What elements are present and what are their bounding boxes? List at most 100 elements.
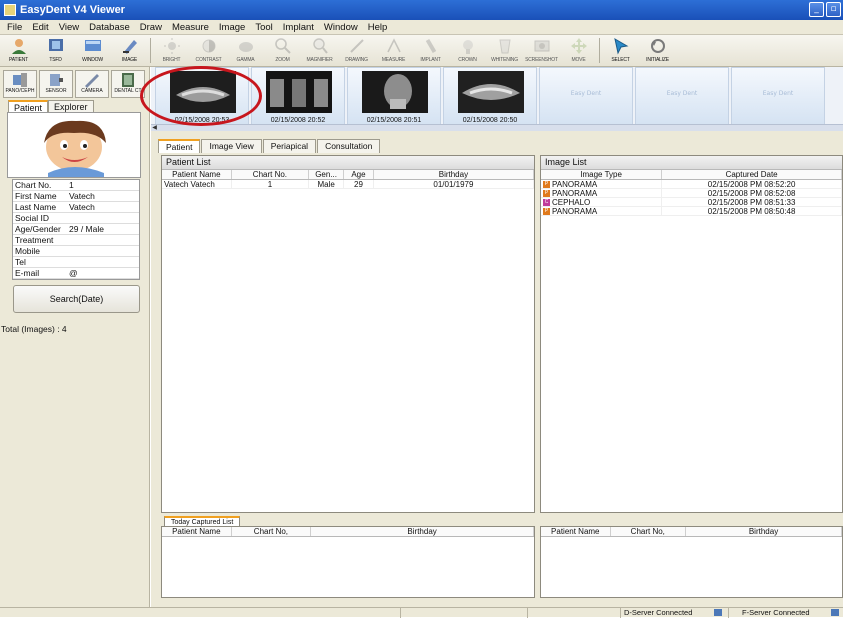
screenshot-button[interactable]: SCREENSHOT — [523, 35, 560, 67]
menu-help[interactable]: Help — [363, 22, 393, 33]
table-row[interactable]: Vatech Vatech 1 Male 29 01/01/1979 — [162, 180, 534, 189]
whitening-icon — [498, 39, 511, 54]
patient-list-panel: Patient List Patient Name Chart No. Gen.… — [161, 155, 535, 513]
title-bar: EasyDent V4 Viewer _ ▫ — [0, 0, 843, 20]
right-bottom-header: Patient Name Chart No, Birthday — [541, 527, 842, 537]
empty-thumbnail[interactable]: Easy Dent — [539, 67, 633, 127]
contrast-button[interactable]: CONTRAST — [190, 35, 227, 67]
info-row: Age/Gender 29 / Male — [13, 224, 139, 235]
menu-tool[interactable]: Tool — [250, 22, 277, 33]
zoom-icon — [274, 38, 291, 54]
initialize-button[interactable]: INITIALIZE — [639, 35, 676, 67]
panorama-xray — [170, 71, 236, 113]
camera-button[interactable]: CAMERA — [75, 70, 109, 98]
patient-list-header: Patient Name Chart No. Gen... Age Birthd… — [162, 170, 534, 180]
image-button[interactable]: IMAGE — [111, 35, 148, 67]
camera-icon — [85, 74, 99, 88]
patient-button[interactable]: PATIENT — [0, 35, 37, 67]
info-row: Social ID — [13, 213, 139, 224]
window-buttons: _ ▫ — [809, 2, 841, 17]
zoom-button[interactable]: ZOOM — [264, 35, 301, 67]
panorama-xray — [458, 71, 524, 113]
window-title: EasyDent V4 Viewer — [20, 4, 125, 16]
magnifier-icon — [312, 38, 328, 54]
cephalo-xray — [362, 71, 428, 113]
menu-view[interactable]: View — [54, 22, 84, 33]
menu-window[interactable]: Window — [319, 22, 363, 33]
main-toolbar: PATIENT TSFD WINDOW IMAGE BRIGHT CONTRAS… — [0, 35, 843, 67]
thumbnail[interactable]: 02/15/2008 20:52 — [251, 67, 345, 127]
main-tabs: Patient Image View Periapical Consultati… — [158, 139, 381, 153]
crown-icon — [462, 40, 473, 54]
today-captured-panel: Patient Name Chart No, Birthday — [161, 526, 535, 598]
select-button[interactable]: SELECT — [602, 35, 639, 67]
tab-patient[interactable]: Patient — [158, 139, 201, 153]
tab-consultation[interactable]: Consultation — [317, 139, 381, 153]
menu-edit[interactable]: Edit — [27, 22, 53, 33]
toolbar-separator — [150, 38, 151, 63]
gamma-button[interactable]: GAMMA — [227, 35, 264, 67]
menu-draw[interactable]: Draw — [135, 22, 167, 33]
menu-file[interactable]: File — [2, 22, 27, 33]
whitening-button[interactable]: WHITENING — [486, 35, 523, 67]
patient-info-table: Chart No. 1 First Name Vatech Last Name Vat… — [12, 179, 140, 280]
menu-measure[interactable]: Measure — [167, 22, 214, 33]
measure-button[interactable]: MEASURE — [375, 35, 412, 67]
menu-image[interactable]: Image — [214, 22, 250, 33]
bright-button[interactable]: BRIGHT — [153, 35, 190, 67]
info-row: First Name Vatech — [13, 191, 139, 202]
info-row: Chart No. 1 — [13, 180, 139, 191]
empty-thumbnail[interactable]: Easy Dent — [731, 67, 825, 127]
image-list-panel: Image List Image Type Captured Date P PAN… — [540, 155, 843, 513]
tsfd-button[interactable]: TSFD — [37, 35, 74, 67]
main-area: Patient Image View Periapical Consultati… — [151, 131, 843, 607]
measure-icon — [386, 38, 401, 53]
table-row[interactable]: P PANORAMA 02/15/2008 PM 08:52:08 — [541, 189, 842, 198]
maximize-button[interactable]: ▫ — [826, 2, 841, 17]
table-row[interactable]: C CEPHALO 02/15/2008 PM 08:51:33 — [541, 198, 842, 207]
magnifier-button[interactable]: MAGNIFIER — [301, 35, 338, 67]
window-button[interactable]: WINDOW — [74, 35, 111, 67]
total-images-label: Total (Images) : 4 — [1, 324, 67, 334]
thumbnail[interactable]: 02/15/2008 20:51 — [347, 67, 441, 127]
tab-periapical[interactable]: Periapical — [262, 139, 317, 153]
d-server-icon — [714, 609, 722, 616]
panorama-badge-icon: P — [543, 190, 550, 197]
window-icon — [84, 40, 101, 51]
tab-image-view[interactable]: Image View — [201, 139, 262, 153]
table-row[interactable]: P PANORAMA 02/15/2008 PM 08:50:48 — [541, 207, 842, 216]
bright-icon — [163, 38, 180, 54]
drawing-button[interactable]: DRAWING — [338, 35, 375, 67]
sensor-button[interactable]: SENSOR — [39, 70, 73, 98]
empty-thumbnail[interactable]: Easy Dent — [635, 67, 729, 127]
cartoon-face-icon — [44, 120, 106, 177]
info-row: Mobile — [13, 246, 139, 257]
search-date-button[interactable]: Search(Date) — [13, 285, 140, 313]
f-server-status: F-Server Connected — [742, 608, 810, 617]
menu-bar: File Edit View Database Draw Measure Ima… — [0, 20, 843, 35]
status-bar: D-Server Connected F-Server Connected — [0, 607, 843, 618]
thumbnail[interactable]: 02/15/2008 20:53 — [155, 67, 249, 127]
info-row: Last Name Vatech — [13, 202, 139, 213]
thumbnail-scrollbar[interactable]: ◀ — [151, 124, 843, 131]
pano-ceph-button[interactable]: PANO/CEPH — [3, 70, 37, 98]
panorama-badge-icon: P — [543, 208, 550, 215]
implant-icon — [425, 38, 436, 54]
crown-button[interactable]: CROWN — [449, 35, 486, 67]
dental-ct-button[interactable]: DENTAL CT — [111, 70, 145, 98]
sensor-icon — [50, 74, 63, 86]
minimize-button[interactable]: _ — [809, 2, 824, 17]
move-button[interactable]: MOVE — [560, 35, 597, 67]
implant-button[interactable]: IMPLANT — [412, 35, 449, 67]
toolbar-separator — [599, 38, 600, 63]
panorama-xray — [266, 71, 332, 113]
menu-database[interactable]: Database — [84, 22, 135, 33]
thumbnail[interactable]: 02/15/2008 20:50 — [443, 67, 537, 127]
panorama-badge-icon: P — [543, 181, 550, 188]
move-icon — [570, 38, 587, 54]
drawing-icon — [349, 39, 364, 53]
table-row[interactable]: P PANORAMA 02/15/2008 PM 08:52:20 — [541, 180, 842, 189]
screenshot-icon — [534, 40, 549, 52]
menu-implant[interactable]: Implant — [278, 22, 319, 33]
right-bottom-panel: Patient Name Chart No, Birthday — [540, 526, 843, 598]
